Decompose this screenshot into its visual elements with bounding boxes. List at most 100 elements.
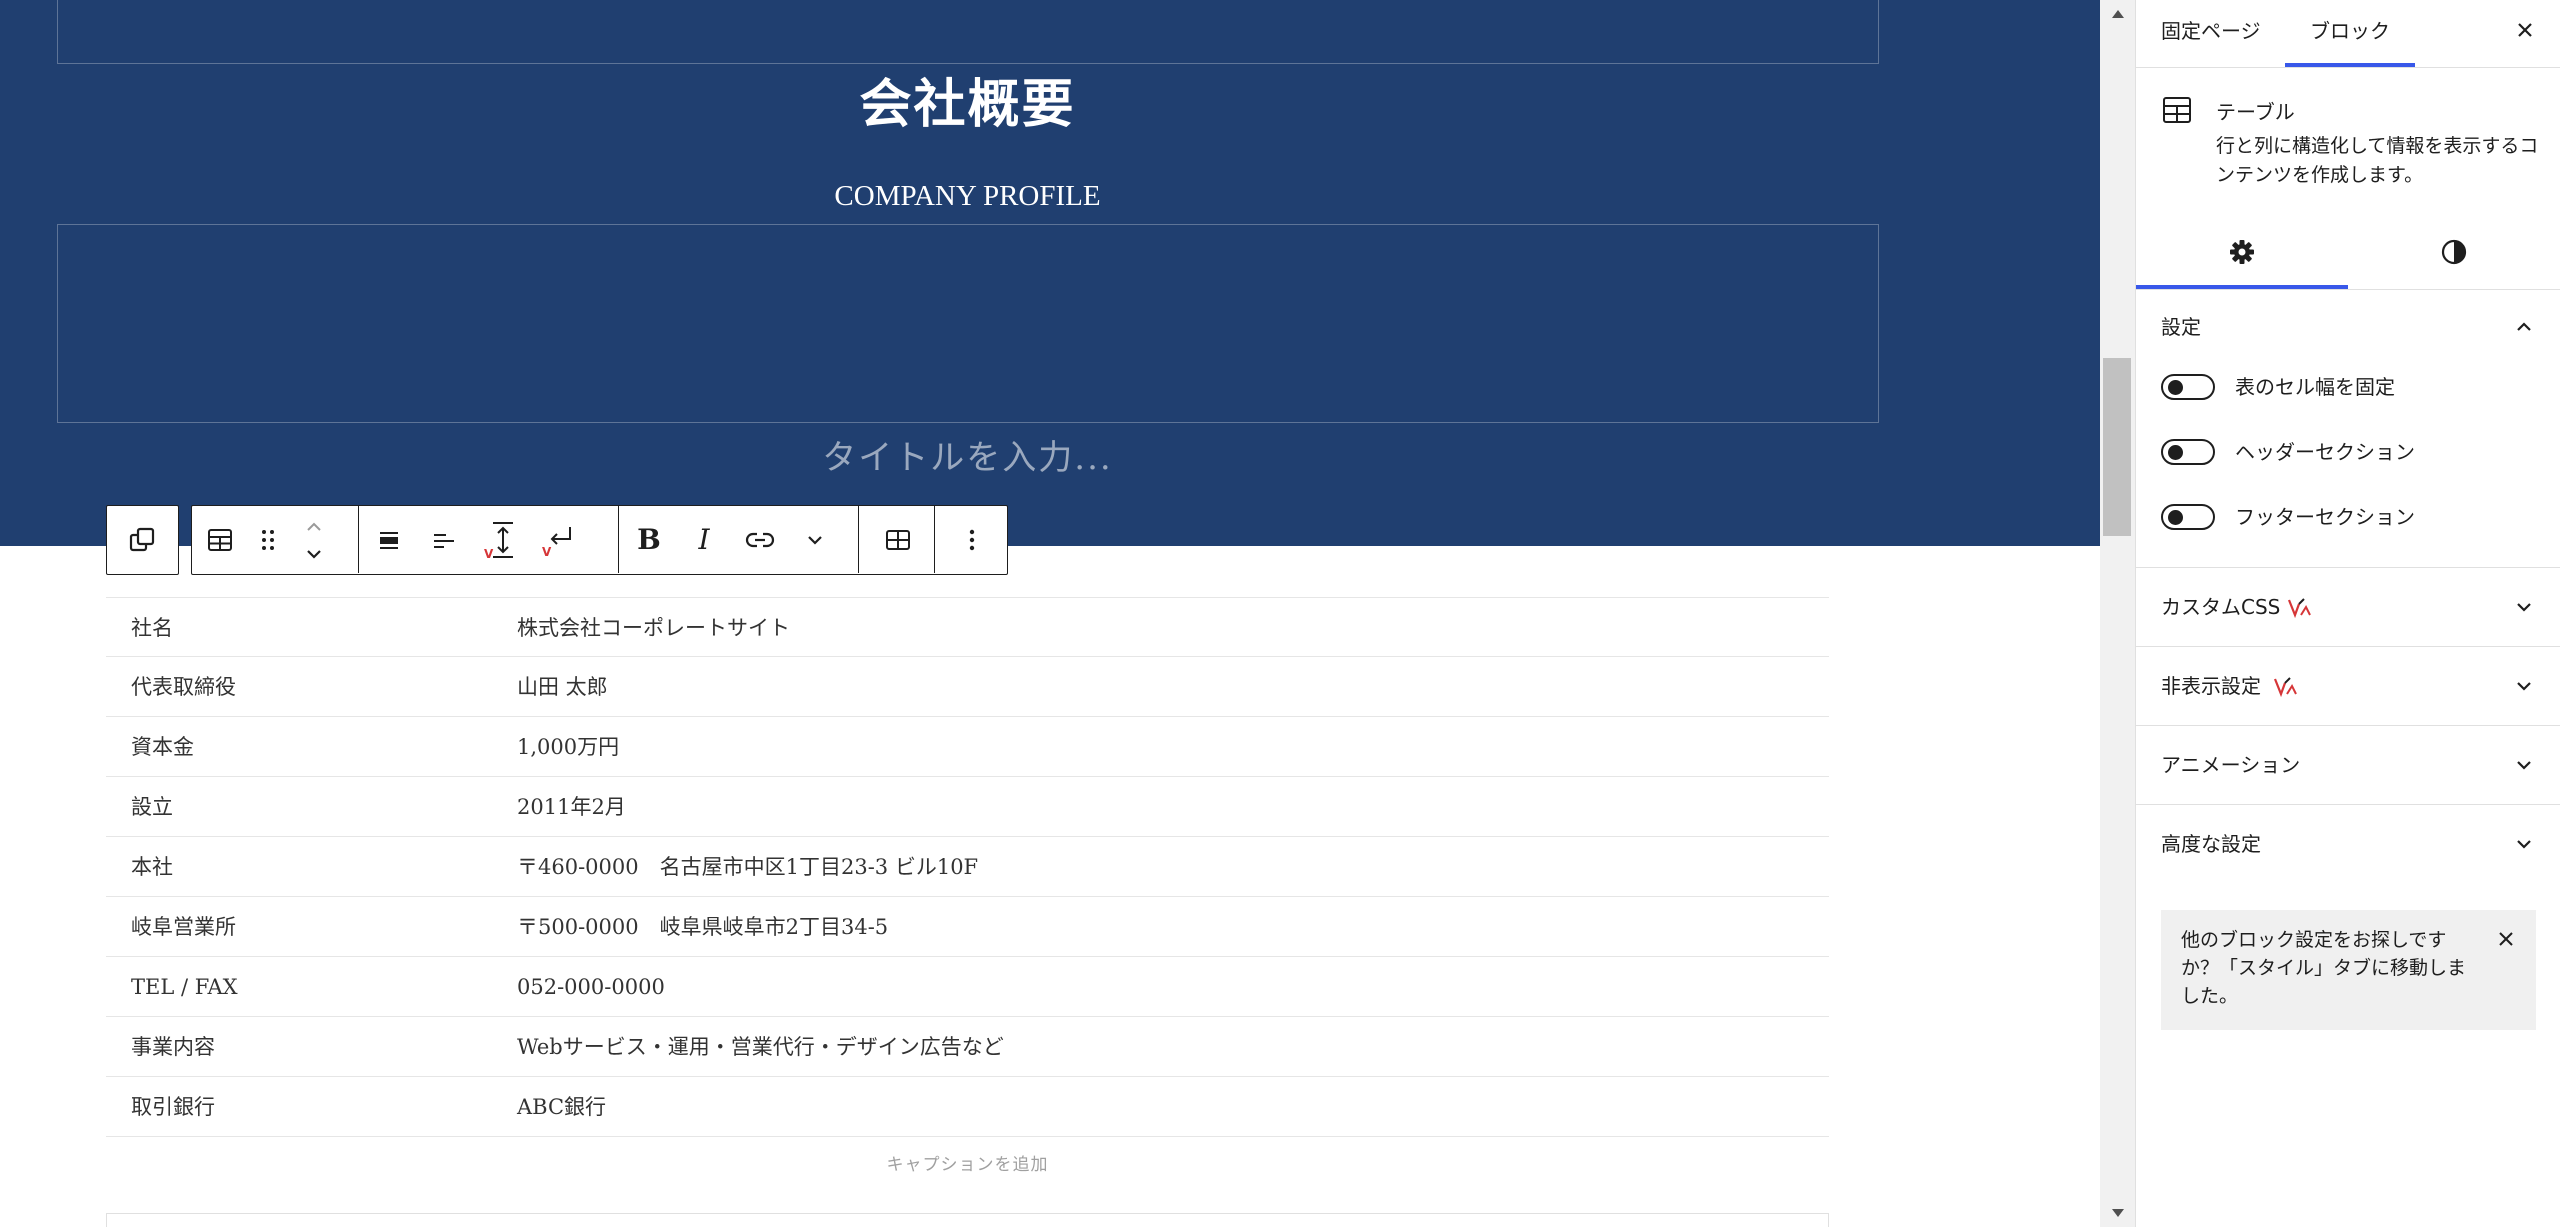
table-cell-value[interactable]: 山田 太郎 — [517, 657, 608, 717]
table-row[interactable]: 設立 2011年2月 — [106, 777, 1829, 837]
table-icon — [206, 526, 234, 554]
panel-title: アニメーション — [2161, 753, 2301, 777]
select-parent-button[interactable] — [107, 506, 177, 573]
line-break-button[interactable]: V — [530, 506, 588, 573]
table-cell-value[interactable]: 株式会社コーポレートサイト — [517, 598, 790, 658]
hero-cover-block[interactable]: 会社概要 COMPANY PROFILE タイトルを入力... — [0, 0, 2100, 546]
sidebar-tabs: 固定ページ ブロック — [2136, 0, 2560, 68]
tab-page[interactable]: 固定ページ — [2161, 0, 2261, 67]
table-cell-value[interactable]: 2011年2月 — [517, 777, 626, 837]
tab-styles[interactable] — [2348, 218, 2560, 289]
toggle-knob — [2168, 510, 2183, 525]
page-heading[interactable]: 会社概要 — [0, 62, 1935, 137]
company-table[interactable]: 社名 株式会社コーポレートサイト 代表取締役 山田 太郎 資本金 1,000万円… — [106, 597, 1829, 1137]
scroll-down-arrow[interactable] — [2100, 1201, 2135, 1225]
editor-scrollbar[interactable] — [2100, 0, 2135, 1227]
next-block-outline[interactable] — [106, 1213, 1829, 1227]
panel-title: 高度な設定 — [2161, 832, 2261, 856]
more-formatting-button[interactable] — [788, 506, 842, 573]
italic-button[interactable]: I — [676, 506, 732, 573]
toggle-knob — [2168, 380, 2183, 395]
editor-canvas: 会社概要 COMPANY PROFILE タイトルを入力... V V B I … — [0, 0, 2100, 1227]
drag-handle-button[interactable] — [248, 506, 288, 573]
table-cell-value[interactable]: 〒500-0000 岐阜県岐阜市2丁目34-5 — [517, 897, 888, 957]
line-height-icon: V — [484, 520, 518, 560]
move-up-button[interactable] — [292, 511, 336, 541]
table-cell-value[interactable]: ABC銀行 — [517, 1077, 606, 1137]
table-cell-label[interactable]: 取引銀行 — [131, 1077, 215, 1137]
chevron-down-icon — [2512, 753, 2536, 782]
title-placeholder[interactable]: タイトルを入力... — [0, 430, 1935, 479]
table-cell-label[interactable]: 社名 — [131, 598, 173, 658]
notice-text: 他のブロック設定をお探しですか？「スタイル」タブに移動しました。 — [2181, 929, 2467, 1007]
panel-title: カスタムCSS — [2161, 595, 2281, 619]
close-icon — [2515, 20, 2535, 44]
table-row[interactable]: 事業内容 Webサービス・運用・営業代行・デザイン広告など — [106, 1017, 1829, 1077]
edit-table-button[interactable] — [862, 506, 934, 573]
table-row[interactable]: 岐阜営業所 〒500-0000 岐阜県岐阜市2丁目34-5 — [106, 897, 1829, 957]
link-icon — [745, 530, 775, 550]
link-button[interactable] — [732, 506, 788, 573]
table-row[interactable]: 代表取締役 山田 太郎 — [106, 657, 1829, 717]
panel-advanced[interactable]: 高度な設定 — [2136, 805, 2560, 883]
table-cell-value[interactable]: 〒460-0000 名古屋市中区1丁目23-3 ビル10F — [517, 837, 978, 897]
table-icon — [2161, 94, 2193, 130]
bold-button[interactable]: B — [622, 506, 676, 573]
panel-custom-css[interactable]: カスタムCSS — [2136, 568, 2560, 646]
move-down-button[interactable] — [292, 539, 336, 569]
close-icon — [2497, 928, 2515, 956]
contrast-icon — [2440, 238, 2468, 270]
dismiss-notice-button[interactable] — [2492, 928, 2520, 956]
toolbar-separator — [934, 506, 935, 573]
table-row[interactable]: 社名 株式会社コーポレートサイト — [106, 597, 1829, 657]
options-button[interactable] — [938, 506, 1006, 573]
toggle-switch[interactable] — [2161, 439, 2215, 465]
table-cell-label[interactable]: TEL / FAX — [131, 957, 238, 1017]
table-row[interactable]: 本社 〒460-0000 名古屋市中区1丁目23-3 ビル10F — [106, 837, 1829, 897]
panel-animation[interactable]: アニメーション — [2136, 726, 2560, 804]
text-align-button[interactable] — [416, 506, 472, 573]
table-cell-label[interactable]: 本社 — [131, 837, 173, 897]
table-cell-value[interactable]: 052-000-0000 — [517, 957, 665, 1017]
table-row[interactable]: 資本金 1,000万円 — [106, 717, 1829, 777]
chevron-down-icon — [2512, 832, 2536, 861]
table-cell-value[interactable]: 1,000万円 — [517, 717, 619, 777]
chevron-down-icon — [2512, 674, 2536, 703]
select-parent-icon — [128, 526, 156, 554]
tab-settings[interactable] — [2136, 218, 2348, 289]
page-subheading[interactable]: COMPANY PROFILE — [0, 180, 1935, 213]
table-cell-label[interactable]: 代表取締役 — [131, 657, 236, 717]
toggle-switch[interactable] — [2161, 504, 2215, 530]
table-row[interactable]: 取引銀行 ABC銀行 — [106, 1077, 1829, 1137]
toggle-label: ヘッダーセクション — [2235, 440, 2415, 464]
line-height-button[interactable]: V — [472, 506, 530, 573]
svg-text:V: V — [484, 547, 494, 560]
toggle-switch[interactable] — [2161, 374, 2215, 400]
toolbar-separator — [618, 506, 619, 573]
table-cell-label[interactable]: 設立 — [131, 777, 173, 837]
toggle-label: フッターセクション — [2235, 505, 2415, 529]
table-row[interactable]: TEL / FAX 052-000-0000 — [106, 957, 1829, 1017]
drag-handle-icon — [260, 527, 276, 553]
table-edit-icon — [884, 527, 912, 553]
panel-visibility[interactable]: 非表示設定 — [2136, 647, 2560, 725]
table-caption-placeholder[interactable]: キャプションを追加 — [106, 1150, 1829, 1175]
block-inspector-tabs — [2136, 218, 2560, 290]
settings-panel-toggle[interactable]: 設定 — [2136, 288, 2560, 366]
close-sidebar-button[interactable] — [2507, 14, 2543, 50]
align-button[interactable] — [362, 506, 416, 573]
table-cell-label[interactable]: 岐阜営業所 — [131, 897, 236, 957]
table-cell-label[interactable]: 事業内容 — [131, 1017, 215, 1077]
block-outline-top — [57, 0, 1879, 64]
tab-block[interactable]: ブロック — [2285, 0, 2415, 67]
table-cell-value[interactable]: Webサービス・運用・営業代行・デザイン広告など — [517, 1017, 1004, 1077]
block-toolbar: V V B I — [191, 505, 1008, 575]
panel-title: 設定 — [2161, 315, 2201, 339]
block-type-button[interactable] — [192, 506, 248, 573]
table-cell-label[interactable]: 資本金 — [131, 717, 194, 777]
block-outline-empty[interactable] — [57, 224, 1879, 423]
scroll-up-arrow[interactable] — [2100, 2, 2135, 26]
scroll-thumb[interactable] — [2103, 358, 2131, 536]
toggle-label: 表のセル幅を固定 — [2235, 375, 2395, 399]
toggle-knob — [2168, 445, 2183, 460]
